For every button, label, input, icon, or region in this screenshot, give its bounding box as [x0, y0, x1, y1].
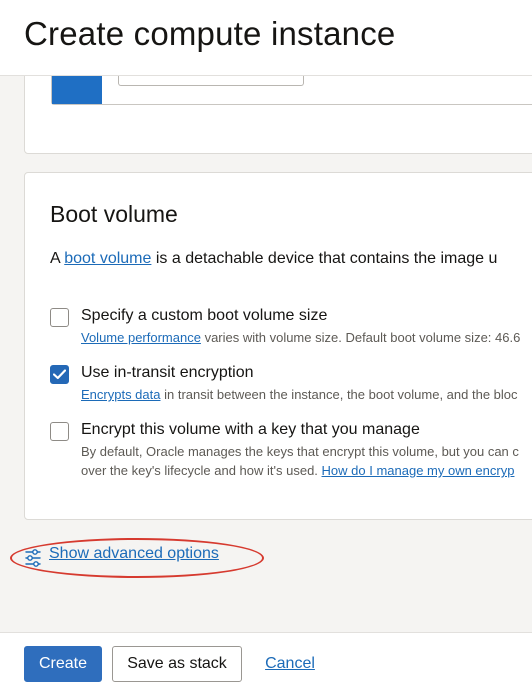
footer-actions: Create Save as stack Cancel: [0, 632, 532, 688]
custom-size-checkbox[interactable]: [50, 308, 69, 327]
option-help-text: varies with volume size. Default boot vo…: [200, 330, 521, 345]
page: Create compute instance Boot volume A bo…: [0, 0, 532, 688]
save-as-stack-button[interactable]: Save as stack: [112, 646, 242, 682]
section-heading: Boot volume: [50, 201, 178, 227]
option-label: Use in-transit encryption: [81, 364, 254, 381]
highlight-annotation-oval: [10, 538, 264, 578]
encrypts-data-link[interactable]: Encrypts data: [81, 387, 161, 402]
description-prefix: A: [50, 250, 65, 267]
section-description: A boot volume is a detachable device tha…: [50, 250, 497, 268]
option-help: Volume performance varies with volume si…: [81, 330, 520, 345]
page-header: Create compute instance: [0, 0, 532, 76]
option-label: Specify a custom boot volume size: [81, 307, 328, 324]
checkmark-icon: [53, 369, 66, 380]
page-title: Create compute instance: [24, 15, 396, 52]
description-suffix: is a detachable device that contains the…: [151, 250, 498, 267]
boot-volume-link[interactable]: boot volume: [64, 250, 151, 267]
volume-performance-link[interactable]: Volume performance: [81, 330, 201, 345]
option-label: Encrypt this volume with a key that you …: [81, 421, 420, 438]
option-help: Encrypts data in transit between the ins…: [81, 387, 518, 402]
cancel-link[interactable]: Cancel: [262, 646, 318, 682]
boot-volume-card: Boot volume A boot volume is a detachabl…: [24, 172, 532, 520]
option-help-text: in transit between the instance, the boo…: [160, 387, 518, 402]
option-help: By default, Oracle manages the keys that…: [81, 444, 519, 459]
customer-managed-key-checkbox[interactable]: [50, 422, 69, 441]
option-help-text: over the key's lifecycle and how it's us…: [81, 463, 322, 478]
create-button[interactable]: Create: [24, 646, 102, 682]
option-help-line2: over the key's lifecycle and how it's us…: [81, 463, 514, 478]
manage-encryption-keys-link[interactable]: How do I manage my own encryp: [322, 463, 515, 478]
in-transit-encryption-checkbox[interactable]: [50, 365, 69, 384]
